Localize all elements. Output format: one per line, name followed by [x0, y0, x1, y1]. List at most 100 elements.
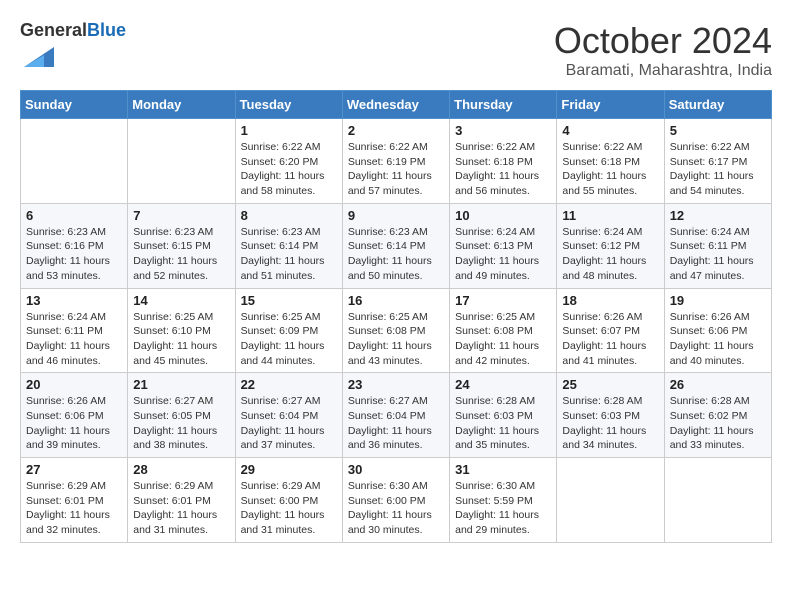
- calendar-week-row: 27 Sunrise: 6:29 AM Sunset: 6:01 PM Dayli…: [21, 458, 772, 543]
- calendar-cell: 24 Sunrise: 6:28 AM Sunset: 6:03 PM Dayli…: [450, 373, 557, 458]
- calendar-cell: 1 Sunrise: 6:22 AM Sunset: 6:20 PM Daylig…: [235, 119, 342, 204]
- day-info: Sunrise: 6:29 AM Sunset: 6:01 PM Dayligh…: [133, 479, 229, 538]
- header-friday: Friday: [557, 91, 664, 119]
- day-info: Sunrise: 6:23 AM Sunset: 6:14 PM Dayligh…: [348, 225, 444, 284]
- calendar-cell: 10Sunrise: 6:24 AM Sunset: 6:13 PM Dayli…: [450, 203, 557, 288]
- calendar-cell: 26 Sunrise: 6:28 AM Sunset: 6:02 PM Dayli…: [664, 373, 771, 458]
- calendar-cell: [557, 458, 664, 543]
- header-wednesday: Wednesday: [342, 91, 449, 119]
- header-monday: Monday: [128, 91, 235, 119]
- calendar-cell: 15 Sunrise: 6:25 AM Sunset: 6:09 PM Dayli…: [235, 288, 342, 373]
- day-info: Sunrise: 6:28 AM Sunset: 6:02 PM Dayligh…: [670, 394, 766, 453]
- day-number: 11: [562, 208, 658, 223]
- calendar-cell: 18 Sunrise: 6:26 AM Sunset: 6:07 PM Dayli…: [557, 288, 664, 373]
- day-info: Sunrise: 6:22 AM Sunset: 6:17 PM Dayligh…: [670, 140, 766, 199]
- day-number: 26: [670, 377, 766, 392]
- day-info: Sunrise: 6:22 AM Sunset: 6:20 PM Dayligh…: [241, 140, 337, 199]
- day-info: Sunrise: 6:30 AM Sunset: 5:59 PM Dayligh…: [455, 479, 551, 538]
- header-thursday: Thursday: [450, 91, 557, 119]
- calendar-cell: 19Sunrise: 6:26 AM Sunset: 6:06 PM Dayli…: [664, 288, 771, 373]
- day-info: Sunrise: 6:22 AM Sunset: 6:18 PM Dayligh…: [455, 140, 551, 199]
- day-info: Sunrise: 6:23 AM Sunset: 6:15 PM Dayligh…: [133, 225, 229, 284]
- day-number: 1: [241, 123, 337, 138]
- calendar-cell: 23 Sunrise: 6:27 AM Sunset: 6:04 PM Dayli…: [342, 373, 449, 458]
- day-info: Sunrise: 6:24 AM Sunset: 6:13 PM Dayligh…: [455, 225, 551, 284]
- calendar-cell: 22 Sunrise: 6:27 AM Sunset: 6:04 PM Dayli…: [235, 373, 342, 458]
- day-number: 27: [26, 462, 122, 477]
- day-number: 18: [562, 293, 658, 308]
- day-info: Sunrise: 6:29 AM Sunset: 6:00 PM Dayligh…: [241, 479, 337, 538]
- day-info: Sunrise: 6:22 AM Sunset: 6:18 PM Dayligh…: [562, 140, 658, 199]
- day-info: Sunrise: 6:25 AM Sunset: 6:09 PM Dayligh…: [241, 310, 337, 369]
- calendar-week-row: 6 Sunrise: 6:23 AM Sunset: 6:16 PM Daylig…: [21, 203, 772, 288]
- day-info: Sunrise: 6:27 AM Sunset: 6:05 PM Dayligh…: [133, 394, 229, 453]
- day-number: 15: [241, 293, 337, 308]
- day-info: Sunrise: 6:27 AM Sunset: 6:04 PM Dayligh…: [348, 394, 444, 453]
- calendar-cell: 16Sunrise: 6:25 AM Sunset: 6:08 PM Dayli…: [342, 288, 449, 373]
- calendar-cell: 30Sunrise: 6:30 AM Sunset: 6:00 PM Dayli…: [342, 458, 449, 543]
- day-info: Sunrise: 6:24 AM Sunset: 6:12 PM Dayligh…: [562, 225, 658, 284]
- day-number: 8: [241, 208, 337, 223]
- day-info: Sunrise: 6:26 AM Sunset: 6:06 PM Dayligh…: [26, 394, 122, 453]
- day-info: Sunrise: 6:29 AM Sunset: 6:01 PM Dayligh…: [26, 479, 122, 538]
- day-info: Sunrise: 6:24 AM Sunset: 6:11 PM Dayligh…: [26, 310, 122, 369]
- calendar-cell: 14 Sunrise: 6:25 AM Sunset: 6:10 PM Dayli…: [128, 288, 235, 373]
- calendar-cell: 29Sunrise: 6:29 AM Sunset: 6:00 PM Dayli…: [235, 458, 342, 543]
- day-info: Sunrise: 6:23 AM Sunset: 6:14 PM Dayligh…: [241, 225, 337, 284]
- header-tuesday: Tuesday: [235, 91, 342, 119]
- calendar-cell: 6 Sunrise: 6:23 AM Sunset: 6:16 PM Daylig…: [21, 203, 128, 288]
- day-number: 23: [348, 377, 444, 392]
- day-number: 31: [455, 462, 551, 477]
- day-number: 28: [133, 462, 229, 477]
- day-info: Sunrise: 6:25 AM Sunset: 6:10 PM Dayligh…: [133, 310, 229, 369]
- day-info: Sunrise: 6:23 AM Sunset: 6:16 PM Dayligh…: [26, 225, 122, 284]
- day-info: Sunrise: 6:28 AM Sunset: 6:03 PM Dayligh…: [455, 394, 551, 453]
- logo-blue: Blue: [87, 20, 126, 40]
- calendar-cell: 17Sunrise: 6:25 AM Sunset: 6:08 PM Dayli…: [450, 288, 557, 373]
- title-block: October 2024 Baramati, Maharashtra, Indi…: [554, 20, 772, 80]
- header-sunday: Sunday: [21, 91, 128, 119]
- day-number: 22: [241, 377, 337, 392]
- day-number: 2: [348, 123, 444, 138]
- calendar-cell: 4Sunrise: 6:22 AM Sunset: 6:18 PM Daylig…: [557, 119, 664, 204]
- calendar-cell: [128, 119, 235, 204]
- calendar-cell: 28 Sunrise: 6:29 AM Sunset: 6:01 PM Dayli…: [128, 458, 235, 543]
- day-info: Sunrise: 6:22 AM Sunset: 6:19 PM Dayligh…: [348, 140, 444, 199]
- day-number: 5: [670, 123, 766, 138]
- calendar-cell: 3 Sunrise: 6:22 AM Sunset: 6:18 PM Daylig…: [450, 119, 557, 204]
- calendar-cell: 7 Sunrise: 6:23 AM Sunset: 6:15 PM Daylig…: [128, 203, 235, 288]
- month-title: October 2024: [554, 20, 772, 62]
- day-number: 6: [26, 208, 122, 223]
- day-number: 21: [133, 377, 229, 392]
- day-info: Sunrise: 6:28 AM Sunset: 6:03 PM Dayligh…: [562, 394, 658, 453]
- day-number: 9: [348, 208, 444, 223]
- day-info: Sunrise: 6:26 AM Sunset: 6:07 PM Dayligh…: [562, 310, 658, 369]
- calendar-cell: 11 Sunrise: 6:24 AM Sunset: 6:12 PM Dayli…: [557, 203, 664, 288]
- calendar-cell: 5 Sunrise: 6:22 AM Sunset: 6:17 PM Daylig…: [664, 119, 771, 204]
- calendar-cell: 13Sunrise: 6:24 AM Sunset: 6:11 PM Dayli…: [21, 288, 128, 373]
- calendar-cell: 31 Sunrise: 6:30 AM Sunset: 5:59 PM Dayli…: [450, 458, 557, 543]
- page-header: GeneralBlue October 2024 Baramati, Mahar…: [20, 20, 772, 80]
- calendar-cell: [664, 458, 771, 543]
- calendar-cell: 25 Sunrise: 6:28 AM Sunset: 6:03 PM Dayli…: [557, 373, 664, 458]
- calendar-header-row: SundayMondayTuesdayWednesdayThursdayFrid…: [21, 91, 772, 119]
- day-number: 16: [348, 293, 444, 308]
- calendar-table: SundayMondayTuesdayWednesdayThursdayFrid…: [20, 90, 772, 543]
- calendar-week-row: 1 Sunrise: 6:22 AM Sunset: 6:20 PM Daylig…: [21, 119, 772, 204]
- day-info: Sunrise: 6:24 AM Sunset: 6:11 PM Dayligh…: [670, 225, 766, 284]
- calendar-cell: 9 Sunrise: 6:23 AM Sunset: 6:14 PM Daylig…: [342, 203, 449, 288]
- location: Baramati, Maharashtra, India: [554, 62, 772, 80]
- day-number: 24: [455, 377, 551, 392]
- day-info: Sunrise: 6:27 AM Sunset: 6:04 PM Dayligh…: [241, 394, 337, 453]
- day-number: 14: [133, 293, 229, 308]
- day-number: 3: [455, 123, 551, 138]
- day-info: Sunrise: 6:26 AM Sunset: 6:06 PM Dayligh…: [670, 310, 766, 369]
- calendar-cell: 20 Sunrise: 6:26 AM Sunset: 6:06 PM Dayli…: [21, 373, 128, 458]
- day-number: 20: [26, 377, 122, 392]
- calendar-cell: 27 Sunrise: 6:29 AM Sunset: 6:01 PM Dayli…: [21, 458, 128, 543]
- calendar-cell: [21, 119, 128, 204]
- calendar-week-row: 13Sunrise: 6:24 AM Sunset: 6:11 PM Dayli…: [21, 288, 772, 373]
- day-number: 25: [562, 377, 658, 392]
- calendar-cell: 12Sunrise: 6:24 AM Sunset: 6:11 PM Dayli…: [664, 203, 771, 288]
- day-number: 7: [133, 208, 229, 223]
